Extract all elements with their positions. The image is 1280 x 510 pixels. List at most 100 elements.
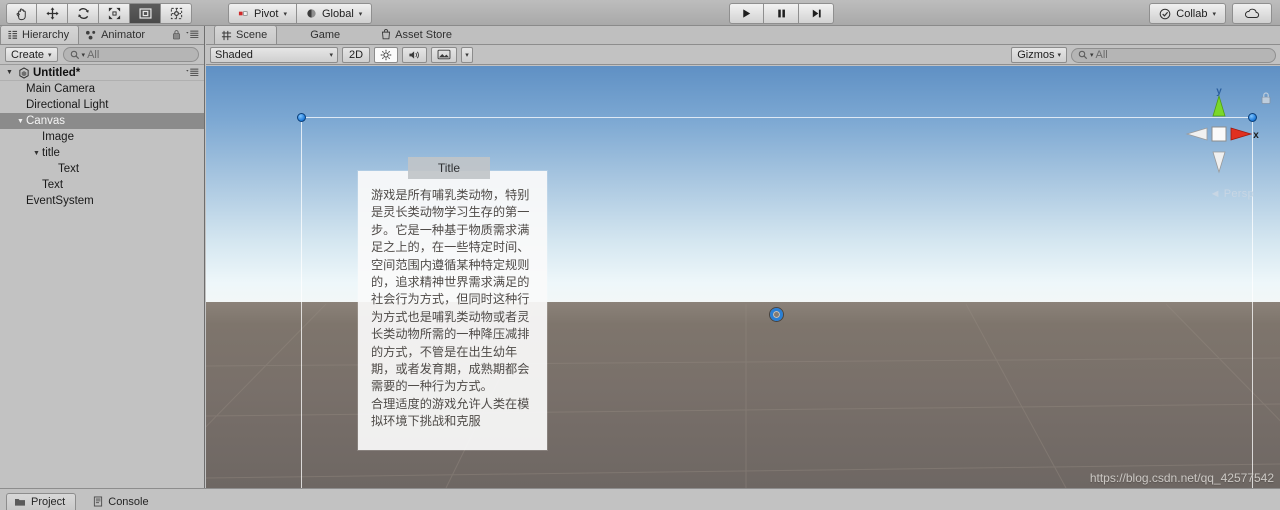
hierarchy-item-main-camera[interactable]: Main Camera (0, 81, 204, 97)
tab-game-label: Game (310, 28, 341, 41)
hierarchy-item-label: Text (42, 179, 64, 191)
tab-asset-store[interactable]: Asset Store (375, 25, 461, 44)
shading-mode-dropdown[interactable]: Shaded ▾ (210, 46, 338, 63)
hierarchy-search-row: Create ▾ ▾ All (0, 45, 204, 65)
scene-icon (221, 30, 232, 40)
collab-check-icon (1159, 8, 1171, 19)
hierarchy-item-eventsystem[interactable]: EventSystem (0, 193, 204, 209)
sun-icon (380, 49, 392, 60)
scene-name-label: Untitled* (33, 66, 81, 79)
hierarchy-search-input[interactable]: ▾ All (62, 47, 199, 62)
scene-panel: Scene Game Asset Store Shaded ▾ 2D ▾ Giz… (206, 25, 1280, 488)
tab-console[interactable]: Console (86, 493, 158, 510)
tab-project[interactable]: Project (6, 493, 77, 510)
persp-text: Persp (1223, 188, 1254, 200)
global-label: Global (321, 7, 354, 20)
hierarchy-icon (8, 30, 18, 39)
hand-tool-button[interactable] (6, 3, 37, 24)
gizmo-lock-icon[interactable] (1260, 91, 1272, 105)
hierarchy-item-directional-light[interactable]: Directional Light (0, 97, 204, 113)
toggle-lighting-button[interactable] (374, 46, 398, 63)
hierarchy-item-label: Main Camera (26, 83, 96, 95)
tab-scene[interactable]: Scene (214, 25, 278, 44)
global-button[interactable]: Global ▾ (296, 3, 373, 24)
tab-animator-label: Animator (101, 28, 146, 41)
play-icon (743, 9, 751, 18)
lock-icon[interactable] (172, 29, 181, 40)
search-icon (1078, 50, 1088, 60)
ui-title-badge[interactable]: Title (408, 157, 490, 179)
play-button[interactable] (729, 3, 764, 24)
hierarchy-panel: Hierarchy Animator Create ▾ ▾ All ▼ Unti… (0, 25, 205, 488)
hierarchy-item-text-child[interactable]: Text (0, 161, 204, 177)
fx-dropdown-button[interactable]: ▾ (461, 46, 473, 63)
canvas-pivot-handle[interactable] (770, 307, 783, 321)
tab-hierarchy[interactable]: Hierarchy (0, 25, 80, 44)
cloud-icon (1245, 8, 1260, 18)
watermark-text: https://blog.csdn.net/qq_42577542 (1089, 471, 1274, 485)
ui-title-label: Title (437, 161, 461, 175)
hierarchy-item-label: Canvas (26, 115, 65, 127)
tab-console-label: Console (108, 495, 149, 508)
create-caret-icon: ▾ (48, 51, 52, 59)
search-icon (70, 50, 79, 59)
scale-tool-button[interactable] (99, 3, 130, 24)
title-expand-icon[interactable]: ▼ (31, 150, 42, 157)
persp-arrow-icon: ◄ (1209, 188, 1221, 200)
gizmos-dropdown[interactable]: Gizmos ▾ (1011, 47, 1067, 63)
hierarchy-item-canvas[interactable]: ▼ Canvas (0, 113, 204, 129)
shading-mode-label: Shaded (215, 48, 253, 61)
hierarchy-item-title[interactable]: ▼ title (0, 145, 204, 161)
global-caret-icon: ▾ (358, 10, 363, 18)
hierarchy-item-image[interactable]: Image (0, 129, 204, 145)
console-icon (94, 496, 103, 507)
ui-body-text: 游戏是所有哺乳类动物，特别是灵长类动物学习生存的第一步。它是一种基于物质需求满足… (371, 188, 530, 429)
main-toolbar: Pivot ▾ Global ▾ Collab ▾ (0, 0, 1280, 26)
shading-caret-icon: ▾ (329, 51, 333, 59)
create-button[interactable]: Create ▾ (5, 47, 58, 62)
pause-button[interactable] (764, 3, 799, 24)
tab-animator[interactable]: Animator (79, 25, 154, 44)
gizmo-y-label: y (1216, 86, 1222, 97)
toggle-2d-button[interactable]: 2D (342, 46, 370, 63)
step-icon (812, 9, 821, 18)
toggle-fx-button[interactable] (431, 46, 457, 63)
handle-top-left[interactable] (297, 113, 306, 122)
gizmo-y-cone (1212, 94, 1226, 117)
hierarchy-item-label: Image (42, 131, 74, 143)
cloud-button[interactable] (1232, 3, 1272, 24)
gizmo-x-cone (1230, 127, 1253, 141)
step-button[interactable] (799, 3, 834, 24)
mode-2d-label: 2D (348, 48, 364, 61)
toolbar-right-group: Collab ▾ (1149, 3, 1272, 24)
pivot-mode-group: Pivot ▾ Global ▾ (228, 3, 373, 24)
panel-menu-icon[interactable] (186, 30, 199, 39)
pivot-label: Pivot (254, 7, 279, 20)
ui-text-panel[interactable]: 游戏是所有哺乳类动物，特别是灵长类动物学习生存的第一步。它是一种基于物质需求满足… (358, 171, 547, 450)
toggle-audio-button[interactable] (402, 46, 427, 63)
transform-tool-button[interactable] (161, 3, 192, 24)
scene-viewport[interactable]: 游戏是所有哺乳类动物，特别是灵长类动物学习生存的第一步。它是一种基于物质需求满足… (206, 66, 1280, 488)
hierarchy-tab-icons (172, 29, 199, 40)
speaker-icon (409, 50, 419, 59)
scene-expand-icon[interactable]: ▼ (4, 69, 15, 76)
tab-asset-store-label: Asset Store (395, 28, 453, 41)
rotate-tool-button[interactable] (68, 3, 99, 24)
projection-mode-label[interactable]: ◄ Persp (1210, 188, 1254, 200)
scene-orientation-gizmo[interactable]: y x (1176, 86, 1262, 196)
game-icon (296, 29, 301, 40)
scene-toolbar-right: Gizmos ▾ ▾ All (1011, 47, 1276, 63)
canvas-expand-icon[interactable]: ▼ (15, 118, 26, 125)
scene-search-input[interactable]: ▾ All (1071, 47, 1276, 63)
folder-icon (15, 499, 25, 506)
pivot-button[interactable]: Pivot ▾ (228, 3, 297, 24)
rect-tool-button[interactable] (130, 3, 161, 24)
collab-button[interactable]: Collab ▾ (1149, 3, 1226, 24)
collab-label: Collab (1176, 7, 1208, 20)
move-tool-button[interactable] (37, 3, 68, 24)
scene-row-menu[interactable] (186, 68, 199, 77)
fx-caret-icon: ▾ (465, 51, 469, 59)
tab-game[interactable]: Game (289, 25, 349, 44)
hierarchy-item-text[interactable]: Text (0, 177, 204, 193)
scene-root-row[interactable]: ▼ Untitled* (0, 65, 204, 81)
